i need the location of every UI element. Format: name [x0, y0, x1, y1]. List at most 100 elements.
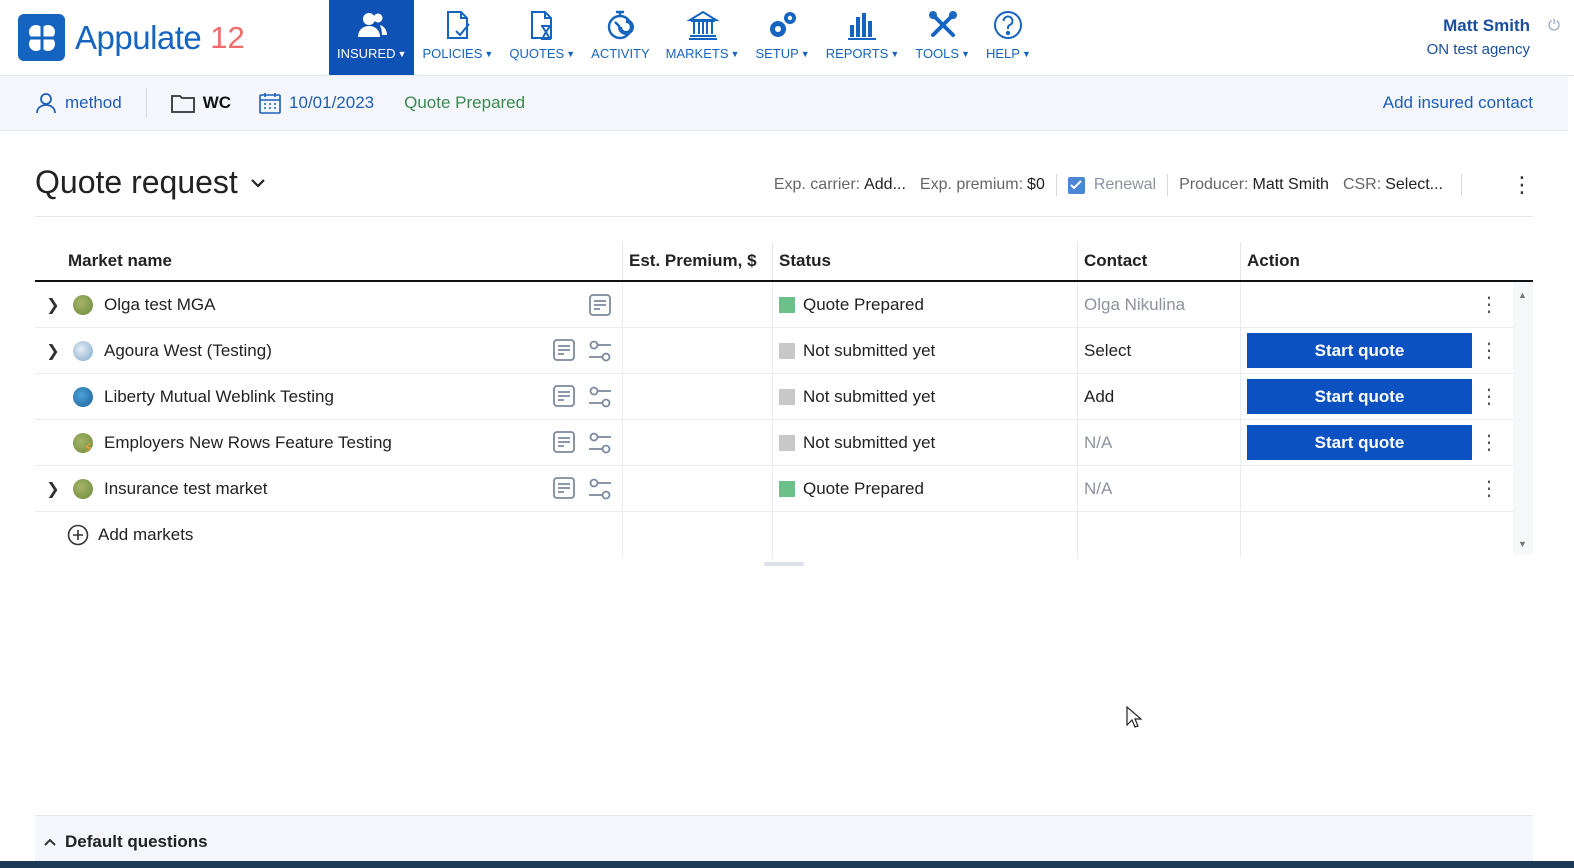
header-status[interactable]: Status — [773, 242, 1078, 280]
est-premium-cell[interactable] — [623, 328, 773, 373]
user-menu[interactable]: Matt Smith ON test agency — [1427, 16, 1530, 58]
est-premium-cell[interactable] — [623, 420, 773, 465]
liberty-market-icon — [73, 386, 93, 407]
start-quote-button[interactable]: Start quote — [1247, 333, 1472, 368]
lob-item[interactable]: WC — [170, 93, 232, 113]
add-markets-button[interactable]: Add markets — [67, 524, 193, 546]
settings-sliders-icon[interactable] — [588, 431, 612, 455]
effective-date-text: 10/01/2023 — [289, 93, 375, 112]
exp-premium-label: Exp. premium: — [919, 176, 1024, 193]
nav-help[interactable]: HELP ▼ — [978, 0, 1039, 75]
scroll-down-arrow-icon[interactable]: ▼ — [1518, 539, 1527, 549]
contact-text: N/A — [1084, 432, 1113, 452]
notes-icon[interactable] — [588, 293, 612, 316]
header-market-name[interactable]: Market name — [35, 242, 623, 280]
notes-icon[interactable] — [552, 476, 576, 499]
divider — [145, 88, 147, 118]
more-options-icon[interactable]: ⋮ — [1511, 174, 1533, 196]
row-more-options-icon[interactable]: ⋮ — [1479, 476, 1499, 501]
renewal-checkbox[interactable] — [1067, 176, 1085, 194]
app-logo[interactable]: Appulate 12 — [18, 14, 245, 61]
notes-icon[interactable] — [552, 338, 576, 361]
nav-reports[interactable]: REPORTS ▼ — [818, 0, 908, 75]
nav-setup[interactable]: SETUP ▼ — [747, 0, 817, 75]
status-indicator — [779, 342, 795, 359]
row-more-options-icon[interactable]: ⋮ — [1479, 430, 1499, 455]
row-more-options-icon[interactable]: ⋮ — [1479, 292, 1499, 317]
exp-premium-value[interactable]: $0 — [1027, 176, 1045, 194]
header-est-premium[interactable]: Est. Premium, $ — [623, 242, 773, 280]
clover-lightning-market-icon: ⚡ — [73, 432, 94, 457]
est-premium-cell[interactable] — [623, 282, 773, 327]
table-resize-handle[interactable] — [764, 562, 804, 566]
reports-icon — [848, 13, 877, 40]
market-name[interactable]: Olga test MGA — [104, 295, 215, 315]
chevron-right-icon[interactable]: ❯ — [41, 295, 65, 315]
exp-carrier-value[interactable]: Add... — [864, 176, 906, 194]
row-more-options-icon[interactable]: ⋮ — [1479, 338, 1499, 363]
market-name[interactable]: Agoura West (Testing) — [104, 341, 272, 361]
add-insured-contact-link[interactable]: Add insured contact — [1383, 93, 1533, 113]
table-scrollbar[interactable]: ▲ ▼ — [1513, 282, 1533, 555]
status-text: Not submitted yet — [803, 386, 936, 406]
notes-icon[interactable] — [552, 430, 576, 453]
chevron-right-icon[interactable]: ❯ — [41, 479, 65, 499]
quote-request-title[interactable]: Quote request — [35, 164, 266, 201]
status-indicator — [779, 434, 795, 451]
est-premium-cell[interactable] — [623, 374, 773, 419]
nav-quotes[interactable]: QUOTES ▼ — [501, 0, 583, 75]
quote-request-header: Quote request Exp. carrier: Add... Exp. … — [35, 160, 1533, 217]
contact-text[interactable]: Select — [1084, 341, 1131, 361]
row-more-options-icon[interactable]: ⋮ — [1479, 384, 1499, 409]
csr-value[interactable]: Select... — [1385, 176, 1443, 194]
producer-value[interactable]: Matt Smith — [1252, 176, 1328, 194]
user-name: Matt Smith — [1443, 16, 1530, 35]
divider — [1167, 174, 1169, 196]
logout-power-icon[interactable]: ⏻ — [1548, 17, 1560, 34]
nav-reports-label: REPORTS — [825, 46, 889, 61]
chevron-down-icon: ▼ — [566, 48, 576, 59]
nav-activity[interactable]: ACTIVITY — [583, 0, 658, 75]
nav-policies[interactable]: POLICIES ▼ — [414, 0, 501, 75]
nav-setup-label: SETUP — [755, 46, 799, 61]
default-questions-title: Default questions — [65, 832, 208, 851]
scroll-up-arrow-icon[interactable]: ▲ — [1518, 290, 1527, 300]
chevron-down-icon: ▼ — [397, 48, 407, 59]
calendar-icon — [259, 93, 281, 114]
insured-link[interactable]: method — [35, 92, 122, 114]
contact-text[interactable]: Add — [1084, 387, 1114, 407]
market-name[interactable]: Insurance test market — [104, 479, 267, 499]
chevron-down-icon: ▼ — [484, 48, 494, 59]
chevron-right-icon[interactable]: ❯ — [41, 341, 65, 361]
est-premium-cell[interactable] — [623, 466, 773, 511]
settings-sliders-icon[interactable] — [588, 385, 612, 409]
nav-insured[interactable]: INSURED ▼ — [329, 0, 415, 75]
market-name[interactable]: Employers New Rows Feature Testing — [104, 433, 392, 453]
status-indicator — [779, 296, 795, 313]
status-indicator — [779, 480, 795, 497]
activity-icon — [608, 10, 635, 40]
effective-date[interactable]: 10/01/2023 — [259, 92, 374, 114]
policies-icon — [446, 11, 470, 39]
table-row: ⚡ Employers New Rows Feature Testing Not… — [35, 420, 1533, 466]
main-nav: INSURED ▼ POLICIES ▼ QUOTES ▼ ACTIVITY MARK… — [329, 0, 1039, 75]
csr-label: CSR: — [1342, 176, 1382, 193]
nav-tools[interactable]: TOOLS ▼ — [907, 0, 978, 75]
start-quote-button[interactable]: Start quote — [1247, 379, 1472, 414]
notes-icon[interactable] — [552, 384, 576, 407]
settings-sliders-icon[interactable] — [588, 477, 612, 501]
contact-text[interactable]: Olga Nikulina — [1084, 295, 1185, 315]
producer-label: Producer: — [1179, 176, 1249, 193]
clover-market-icon — [73, 294, 93, 315]
line-of-business: WC — [202, 93, 232, 112]
insured-icon — [357, 13, 387, 37]
start-quote-button[interactable]: Start quote — [1247, 425, 1472, 460]
header-contact[interactable]: Contact — [1078, 242, 1241, 280]
settings-sliders-icon[interactable] — [588, 339, 612, 363]
divider — [1461, 174, 1462, 196]
nav-policies-label: POLICIES — [422, 46, 483, 61]
nav-quotes-label: QUOTES — [509, 46, 565, 61]
market-name[interactable]: Liberty Mutual Weblink Testing — [104, 387, 334, 407]
nav-markets[interactable]: MARKETS ▼ — [658, 0, 748, 75]
quote-meta: Exp. carrier: Add... Exp. premium: $0 Re… — [774, 174, 1533, 196]
